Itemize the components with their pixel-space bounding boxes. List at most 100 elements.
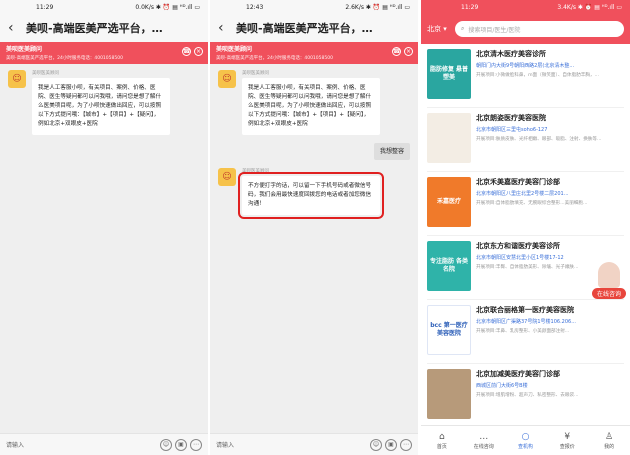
user-message-bubble: 我想整容 <box>373 143 410 160</box>
banner-title: 美呗医美顾问 <box>216 46 253 53</box>
message-input[interactable]: 请输入 <box>216 440 367 449</box>
page-title: 美呗-高端医美严选平台，… <box>26 22 163 35</box>
clinic-list-screen: 11:29 3.4K/s ✱ ⏰ ▤ ᴴᴰ.ıll ▭ 北京 ▾ ⌕ 搜索项目/… <box>421 0 630 455</box>
search-icon: ○ <box>521 431 530 442</box>
clinic-address: 北京市朝阳区八里庄北里2号楼二层201... <box>476 191 569 197</box>
back-arrow-icon[interactable]: ‹ <box>218 20 236 36</box>
screenshot-composite: 11:29 0.0K/s ✱ ⏰ ▤ ᴴᴰ.ıll ▭ ‹ 美呗-高端医美严选平… <box>0 0 630 455</box>
clinic-address: 朝阳门内大街9号朝阳西路2层(北京清木整... <box>476 63 575 69</box>
clinic-name: 北京清木医疗美容诊所 <box>476 50 546 58</box>
clinic-thumbnail: 禾嘉医疗 <box>427 177 471 227</box>
image-icon[interactable]: ▣ <box>175 438 187 451</box>
close-icon[interactable]: × <box>194 47 203 56</box>
clinic-description: 开展项目:肤质皮肤、光纤相嫩、眼部、吸脂、注射、换肤等... <box>476 137 602 142</box>
nav-bar: ‹ 美呗-高端医美严选平台，… <box>210 14 418 42</box>
list-item[interactable]: bcc 第一医疗 美容医院 北京联合丽格第一医疗美容医院 北京市朝阳区广渠路37… <box>427 300 624 364</box>
clinic-thumbnail <box>427 113 471 163</box>
page-title: 美呗-高端医美严选平台，… <box>236 22 373 35</box>
thumb-label: 脂肪修复 悬普塑美 <box>429 66 469 81</box>
city-label: 北京 <box>427 25 441 33</box>
message-input[interactable]: 请输入 <box>6 440 157 449</box>
highlighted-message-bubble: 不方便打字的话，可以留一下手机号码或者微信号码，我们会用最快速度回拨您的电话或者… <box>238 172 384 219</box>
tab-profile[interactable]: ♙ 我的 <box>588 426 630 455</box>
clinic-name: 北京东方和谐医疗美容诊所 <box>476 242 560 250</box>
consultant-avatar[interactable] <box>598 262 620 288</box>
clinic-address: 北京市朝阳区广渠路37号院1号楼106.206... <box>476 319 576 325</box>
sender-name: 美呗医美顾问 <box>32 71 59 76</box>
thumb-label: 禾嘉医疗 <box>436 198 461 205</box>
clinic-list: 脂肪修复 悬普塑美 北京清木医疗美容诊所 朝阳门内大街9号朝阳西路2层(北京清木… <box>421 44 630 428</box>
tab-find-clinic[interactable]: ○ 查机构 <box>505 426 547 455</box>
chat-screen-reply: 12:43 2.6K/s ✱ ⏰ ▤ ᴴᴰ.ıll ▭ ‹ 美呗-高端医美严选平… <box>210 0 418 455</box>
chat-message-mine: 我想整容 <box>218 143 410 160</box>
banner-subtitle: 美呗-高端医美严选平台，24小时服务电话：4001058500 <box>216 56 333 61</box>
banner-subtitle: 美呗-高端医美严选平台，24小时服务电话：4001058500 <box>6 56 123 61</box>
clinic-address: 北京市朝阳区安慧北里小区1号楼17-12 <box>476 255 564 261</box>
status-time: 11:29 <box>36 3 54 11</box>
tab-label: 在线咨询 <box>473 443 494 450</box>
clinic-description: 开展项目:增肌增粉、超声刀、私密整形、去眼袋... <box>476 393 579 398</box>
home-icon: ⌂ <box>439 431 445 442</box>
chat-message: ☺ 美呗医美顾问 不方便打字的话，可以留一下手机号码或者微信号码，我们会用最快速… <box>218 168 410 219</box>
chat-screen-initial: 11:29 0.0K/s ✱ ⏰ ▤ ᴴᴰ.ıll ▭ ‹ 美呗-高端医美严选平… <box>0 0 208 455</box>
tab-label: 查报价 <box>559 443 575 450</box>
list-item[interactable]: 北京加减美医疗美容门诊部 西城区前门大街6号B楼 开展项目:增肌增粉、超声刀、私… <box>427 364 624 428</box>
search-icon: ⌕ <box>461 25 465 32</box>
back-arrow-icon[interactable]: ‹ <box>8 20 26 36</box>
clinic-thumbnail: 专注脂肪 各类名院 <box>427 241 471 291</box>
bottom-tab-bar: ⌂ 首页 … 在线咨询 ○ 查机构 ¥ 查报价 ♙ 我的 <box>421 425 630 455</box>
emoji-icon[interactable]: ☺ <box>160 438 172 451</box>
advisor-avatar: ☺ <box>8 70 26 88</box>
more-icon[interactable]: ⋯ <box>190 438 202 451</box>
clinic-description: 开展项目:自体脂肪填充、无腕眼综合整形...美丽细胞... <box>476 201 588 206</box>
clinic-thumbnail <box>427 369 471 419</box>
user-icon: ♙ <box>605 431 614 442</box>
phone-icon[interactable]: ☎ <box>182 47 191 56</box>
chat-message: ☺ 美呗医美顾问 我是人工客服小呗，有关项目、案例、价格、医院、医生等疑问都可以… <box>218 70 410 135</box>
input-bar: 请输入 ☺ ▣ ⋯ <box>0 433 208 455</box>
clinic-description: 开展项目:小微做脸科鼻，m面（微笑面）、自体脂肪丰胸，... <box>476 73 599 78</box>
status-time: 11:29 <box>461 3 479 11</box>
list-item[interactable]: 脂肪修复 悬普塑美 北京清木医疗美容诊所 朝阳门内大街9号朝阳西路2层(北京清木… <box>427 44 624 108</box>
tab-consult[interactable]: … 在线咨询 <box>463 426 505 455</box>
thumb-label: 专注脂肪 各类名院 <box>429 258 469 273</box>
search-input[interactable]: ⌕ 搜索项目/医生/医院 <box>455 21 624 37</box>
clinic-thumbnail: bcc 第一医疗 美容医院 <box>427 305 471 355</box>
advisor-avatar: ☺ <box>218 70 236 88</box>
tab-home[interactable]: ⌂ 首页 <box>421 426 463 455</box>
list-item[interactable]: 北京朗姿医疗美容医院 北京市朝阳区三里屯soho6-127 开展项目:肤质皮肤、… <box>427 108 624 172</box>
search-header: 北京 ▾ ⌕ 搜索项目/医生/医院 <box>421 14 630 44</box>
message-bubble: 我是人工客服小呗，有关项目、案例、价格、医院、医生等疑问都可以问我哦，请问您是想… <box>32 78 170 135</box>
status-icons: 2.6K/s ✱ ⏰ ▤ ᴴᴰ.ıll ▭ <box>345 3 410 11</box>
price-icon: ¥ <box>564 431 571 442</box>
chat-area: ☺ 美呗医美顾问 我是人工客服小呗，有关项目、案例、价格、医院、医生等疑问都可以… <box>210 64 418 229</box>
emoji-icon[interactable]: ☺ <box>370 438 382 451</box>
chat-icon: … <box>479 431 489 442</box>
message-bubble: 我是人工客服小呗，有关项目、案例、价格、医院、医生等疑问都可以问我哦，请问您是想… <box>242 78 380 135</box>
advisor-banner: 美呗医美顾问 美呗-高端医美严选平台，24小时服务电话：4001058500 ☎… <box>210 42 418 64</box>
phone-icon[interactable]: ☎ <box>392 47 401 56</box>
clinic-thumbnail: 脂肪修复 悬普塑美 <box>427 49 471 99</box>
clinic-name: 北京加减美医疗美容门诊部 <box>476 370 560 378</box>
list-item[interactable]: 禾嘉医疗 北京禾美嘉医疗美容门诊部 北京市朝阳区八里庄北里2号楼二层201...… <box>427 172 624 236</box>
banner-title: 美呗医美顾问 <box>6 46 43 53</box>
input-bar: 请输入 ☺ ▣ ⋯ <box>210 433 418 455</box>
status-bar: 11:29 0.0K/s ✱ ⏰ ▤ ᴴᴰ.ıll ▭ <box>0 0 208 14</box>
clinic-name: 北京朗姿医疗美容医院 <box>476 114 546 122</box>
clinic-address: 西城区前门大街6号B楼 <box>476 383 528 389</box>
status-icons: 0.0K/s ✱ ⏰ ▤ ᴴᴰ.ıll ▭ <box>135 3 200 11</box>
search-placeholder: 搜索项目/医生/医院 <box>468 26 521 34</box>
chat-area: ☺ 美呗医美顾问 我是人工客服小呗，有关项目、案例、价格、医院、医生等疑问都可以… <box>0 64 208 149</box>
advisor-avatar: ☺ <box>218 168 236 186</box>
nav-bar: ‹ 美呗-高端医美严选平台，… <box>0 14 208 42</box>
close-icon[interactable]: × <box>404 47 413 56</box>
tab-prices[interactable]: ¥ 查报价 <box>546 426 588 455</box>
tab-label: 我的 <box>604 443 615 450</box>
city-selector[interactable]: 北京 ▾ <box>427 24 455 34</box>
chat-message: ☺ 美呗医美顾问 我是人工客服小呗，有关项目、案例、价格、医院、医生等疑问都可以… <box>8 70 200 135</box>
tab-label: 查机构 <box>517 443 533 450</box>
status-icons: 3.4K/s ✱ ⏰ ▤ ᴴᴰ.ıll ▭ <box>557 3 622 11</box>
online-consult-button[interactable]: 在线咨询 <box>591 288 626 299</box>
more-icon[interactable]: ⋯ <box>400 438 412 451</box>
image-icon[interactable]: ▣ <box>385 438 397 451</box>
